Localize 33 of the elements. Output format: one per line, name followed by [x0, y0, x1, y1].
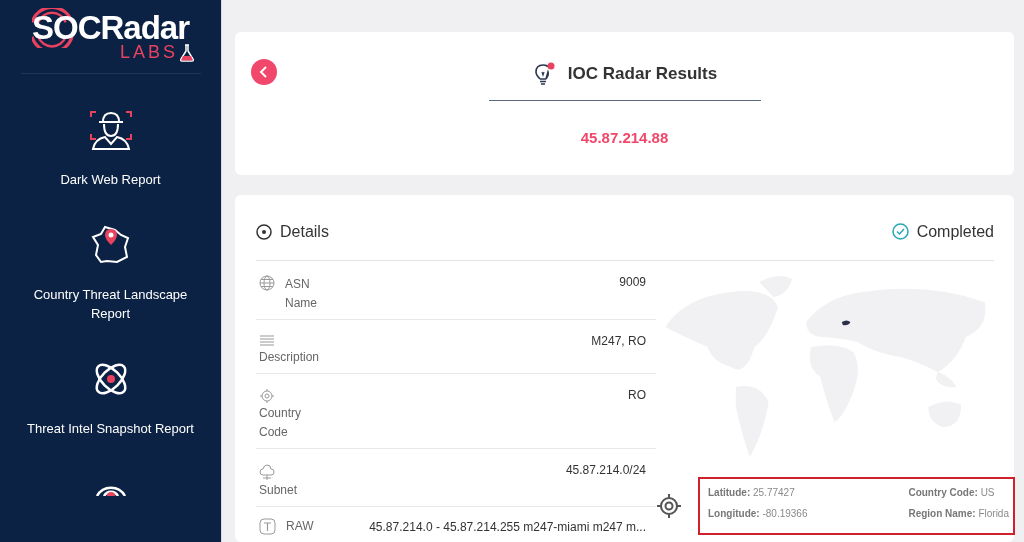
spy-icon[interactable] — [88, 110, 133, 150]
nav-label[interactable]: Country Threat Landscape Report — [18, 285, 203, 323]
lines-icon — [259, 334, 275, 348]
field-value: M247, RO — [591, 334, 646, 350]
field-label: Country Code — [259, 405, 303, 441]
locate-icon[interactable] — [656, 493, 682, 519]
location-field: Latitude: 25.77427 — [708, 487, 889, 498]
field-label: RAW — [286, 518, 314, 535]
back-button[interactable] — [251, 59, 277, 85]
field-value: 45.87.214.0/24 — [565, 463, 646, 479]
field-label: Subnet — [259, 482, 298, 499]
field-label: ASN Name — [285, 276, 318, 312]
field-value: 9009 — [619, 275, 646, 291]
status-text: Completed — [916, 222, 994, 241]
ioc-value: 45.87.214.88 — [580, 129, 669, 146]
cloud-icon — [259, 463, 275, 481]
section-title: Details — [280, 222, 329, 241]
location-field: Country Code: US — [908, 487, 1009, 498]
location-field: Longitude: -80.19366 — [708, 508, 889, 519]
text-icon — [259, 518, 276, 535]
location-field: Region Name: Florida — [908, 508, 1009, 519]
chevron-left-icon — [259, 65, 269, 79]
globe-icon — [259, 275, 275, 291]
check-circle-icon — [891, 223, 909, 240]
nav-label[interactable]: Dark Web Report — [60, 170, 161, 189]
page-title: IOC Radar Results — [567, 64, 718, 84]
field-value: RO — [628, 388, 646, 404]
target-icon — [259, 388, 275, 404]
field-label: Description — [259, 349, 320, 366]
nav-label[interactable]: Threat Intel Snapshot Report — [27, 419, 194, 438]
map-pin-icon[interactable] — [90, 225, 131, 265]
field-value: 45.87.214.0 - 45.87.214.255 m247-miami m247 m... — [369, 519, 646, 534]
radio-dot-icon — [256, 223, 272, 240]
